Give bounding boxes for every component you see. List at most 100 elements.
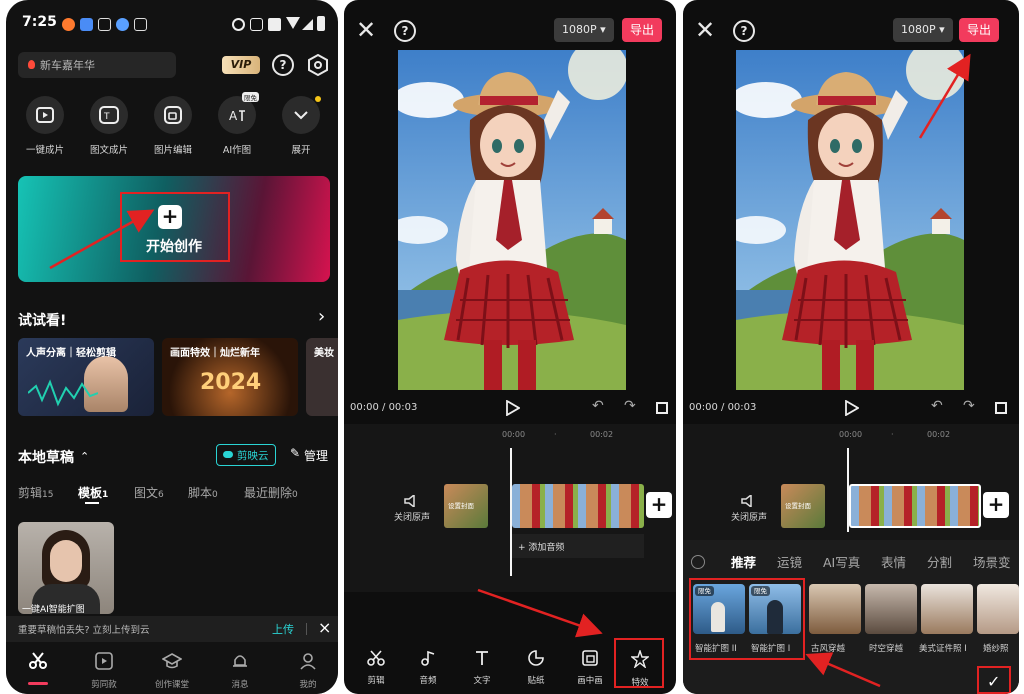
vip-badge[interactable]: VIP <box>222 56 260 74</box>
play-icon[interactable] <box>506 399 521 420</box>
draft-tab-template[interactable]: 模板1 <box>78 484 108 501</box>
effect-label: 古风穿越 <box>811 644 846 654</box>
draft-tab-text[interactable]: 图文6 <box>134 484 164 501</box>
tool-label: 贴纸 <box>527 676 545 686</box>
year-overlay: 2024 <box>200 370 262 395</box>
card-label: 美妆 <box>314 348 334 359</box>
cover-thumbnail[interactable]: 设置封面 <box>781 484 825 528</box>
no-effect-icon[interactable] <box>691 555 705 569</box>
resolution-select[interactable]: 1080P ▾ <box>893 18 953 42</box>
caret-up-icon[interactable]: ⌃ <box>80 450 89 463</box>
tool-label: 画中画 <box>577 676 603 686</box>
help-icon[interactable]: ? <box>394 20 416 42</box>
promo-search-bar[interactable]: 新车嘉年华 <box>18 52 176 78</box>
playhead[interactable] <box>847 448 849 532</box>
nfc-icon <box>250 18 263 31</box>
close-icon[interactable]: ✕ <box>356 16 376 44</box>
draft-tab-edit[interactable]: 剪辑15 <box>18 484 53 501</box>
try-card-new-year-effect[interactable]: 2024 画面特效｜灿烂新年 <box>162 338 298 416</box>
nav-label: 我的 <box>299 680 317 690</box>
svg-text:A: A <box>229 109 238 123</box>
nav-classroom[interactable]: 创作课堂 <box>142 652 202 690</box>
redo-icon[interactable]: ↷ <box>963 398 975 414</box>
nav-profile[interactable]: 我的 <box>278 652 338 690</box>
pip-icon <box>582 650 598 666</box>
tool-audio[interactable]: 音频 <box>408 650 448 686</box>
add-audio-track[interactable]: + 添加音频 <box>512 534 644 558</box>
effect-tab-expression[interactable]: 表情 <box>881 552 906 571</box>
add-audio-label: + 添加音频 <box>518 543 565 553</box>
close-icon[interactable]: × <box>318 618 331 637</box>
effect-time-travel[interactable] <box>865 584 917 634</box>
effect-tab-ai-portrait[interactable]: AI写真 <box>823 552 860 571</box>
tool-expand[interactable]: 展开 <box>273 96 329 156</box>
tool-ai-draw[interactable]: A 限免 AI作图 <box>209 92 265 156</box>
resolution-select[interactable]: 1080P ▾ <box>554 18 614 42</box>
export-button[interactable]: 导出 <box>959 18 1000 42</box>
draft-tab-script[interactable]: 脚本0 <box>188 484 218 501</box>
undo-icon[interactable]: ↶ <box>931 398 943 414</box>
svg-text:T: T <box>103 112 110 122</box>
mute-original-label[interactable]: 关闭原声 <box>394 510 430 523</box>
cover-thumbnail[interactable]: 设置封面 <box>444 484 488 528</box>
tool-one-click-video[interactable]: 一键成片 <box>17 96 73 156</box>
effect-label: 美式证件照 I <box>919 644 967 654</box>
add-clip-button[interactable]: + <box>646 492 672 518</box>
effect-us-id-photo[interactable] <box>921 584 973 634</box>
redo-icon[interactable]: ↷ <box>624 398 636 414</box>
effect-tab-scene[interactable]: 场景变 <box>973 552 1011 571</box>
add-clip-button[interactable]: + <box>983 492 1009 518</box>
text-ai-icon: T <box>90 96 128 134</box>
nav-edit[interactable] <box>8 652 68 685</box>
try-card-makeup[interactable]: 美妆 <box>306 338 338 416</box>
ruler-mark: · <box>554 430 557 439</box>
effect-tab-split[interactable]: 分割 <box>927 552 952 571</box>
close-icon[interactable]: ✕ <box>695 16 715 44</box>
tab-label: 最近删除 <box>244 486 293 500</box>
effect-tab-camera[interactable]: 运镜 <box>777 552 802 571</box>
image-edit-icon <box>154 96 192 134</box>
chevron-right-icon[interactable]: › <box>318 306 325 327</box>
fullscreen-icon[interactable] <box>995 402 1007 414</box>
draft-thumbnail[interactable]: 一键AI智能扩图 <box>18 522 114 614</box>
tool-label: 展开 <box>291 145 311 156</box>
video-clip-selected[interactable] <box>849 484 981 528</box>
tool-edit[interactable]: 剪辑 <box>356 650 396 686</box>
tool-text-to-video[interactable]: T 图文成片 <box>81 96 137 156</box>
tab-label: 脚本 <box>188 486 213 500</box>
tab-underline <box>85 502 99 504</box>
try-section-title: 试试看! <box>18 313 67 329</box>
upload-button[interactable]: 上传 <box>272 621 294 637</box>
tool-pip[interactable]: 画中画 <box>570 650 610 686</box>
fullscreen-icon[interactable] <box>656 402 668 414</box>
effect-tab-recommend[interactable]: 推荐 <box>731 552 756 571</box>
current-time: 00:00 <box>350 402 379 413</box>
nav-messages[interactable]: 消息 <box>210 652 270 690</box>
tab-count: 0 <box>212 490 218 500</box>
mute-original-label[interactable]: 关闭原声 <box>731 510 767 523</box>
play-icon[interactable] <box>845 399 860 420</box>
ruler-mark: 00:00 <box>839 430 863 439</box>
nav-label: 消息 <box>231 680 249 690</box>
bottom-nav: 剪同款 创作课堂 消息 我的 <box>6 646 338 694</box>
effect-wedding-photo[interactable] <box>977 584 1019 634</box>
try-card-voice-separation[interactable]: 人声分离｜轻松剪辑 <box>18 338 154 416</box>
help-icon[interactable]: ? <box>733 20 755 42</box>
help-icon[interactable]: ? <box>272 54 294 76</box>
video-clip[interactable] <box>512 484 644 528</box>
cloud-button[interactable]: 剪映云 <box>216 444 276 466</box>
effect-ancient-style[interactable] <box>809 584 861 634</box>
tool-text[interactable]: 文字 <box>462 650 502 686</box>
settings-hex-icon[interactable] <box>308 53 328 80</box>
tool-sticker[interactable]: 贴纸 <box>516 650 556 686</box>
manage-button[interactable]: 管理 <box>304 447 328 464</box>
export-button[interactable]: 导出 <box>622 18 663 42</box>
undo-icon[interactable]: ↶ <box>592 398 604 414</box>
speaker-icon[interactable] <box>404 492 418 511</box>
anime-girl-image <box>736 50 964 390</box>
draft-tab-recently-deleted[interactable]: 最近删除0 <box>244 484 298 501</box>
tool-image-edit[interactable]: 图片编辑 <box>145 96 201 156</box>
speaker-icon[interactable] <box>741 492 755 511</box>
time-readout: 00:00 / 00:03 <box>350 402 417 413</box>
nav-templates[interactable]: 剪同款 <box>74 652 134 690</box>
